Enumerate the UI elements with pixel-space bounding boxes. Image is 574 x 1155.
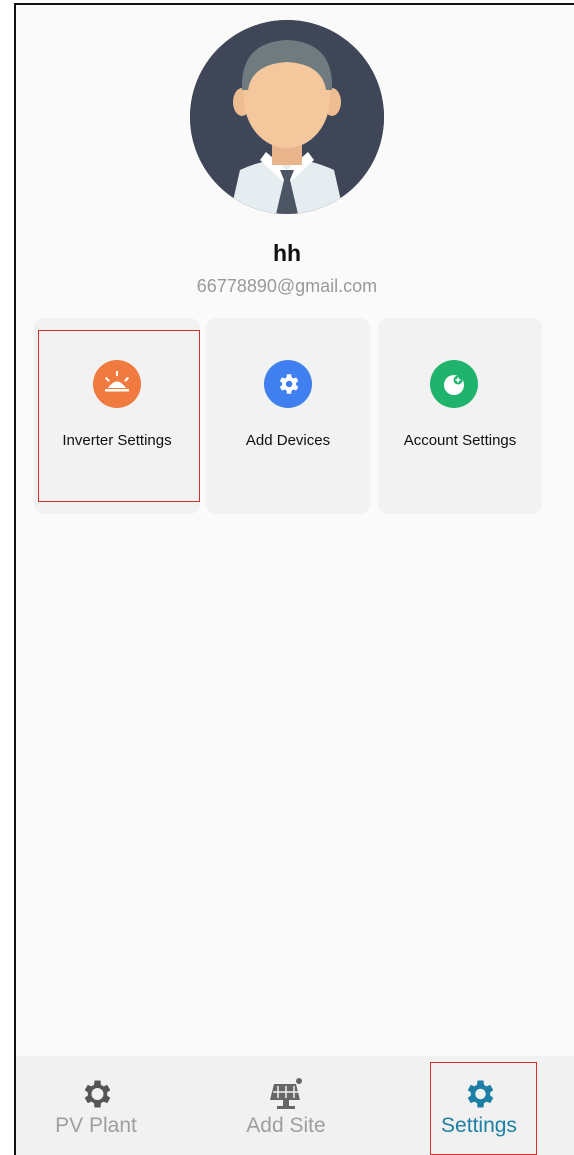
- gear-icon: [264, 360, 312, 408]
- add-devices-tile[interactable]: Add Devices: [206, 318, 370, 514]
- add-devices-label: Add Devices: [245, 432, 331, 449]
- account-settings-icon: [430, 360, 478, 408]
- inverter-settings-highlight: [38, 330, 200, 502]
- solar-panel-icon: [268, 1076, 304, 1117]
- tab-add-site[interactable]: Add Site: [206, 1056, 366, 1155]
- tab-pv-plant-label: PV Plant: [55, 1114, 137, 1137]
- account-settings-tile[interactable]: Account Settings: [378, 318, 542, 514]
- account-settings-label: Account Settings: [403, 432, 517, 449]
- user-email: 66778890@gmail.com: [196, 276, 378, 296]
- settings-tab-highlight: [430, 1062, 537, 1155]
- tab-pv-plant[interactable]: PV Plant: [16, 1056, 176, 1155]
- avatar[interactable]: [190, 20, 384, 214]
- gear-icon: [78, 1076, 114, 1117]
- user-name: hh: [272, 240, 302, 266]
- tab-add-site-label: Add Site: [246, 1114, 326, 1137]
